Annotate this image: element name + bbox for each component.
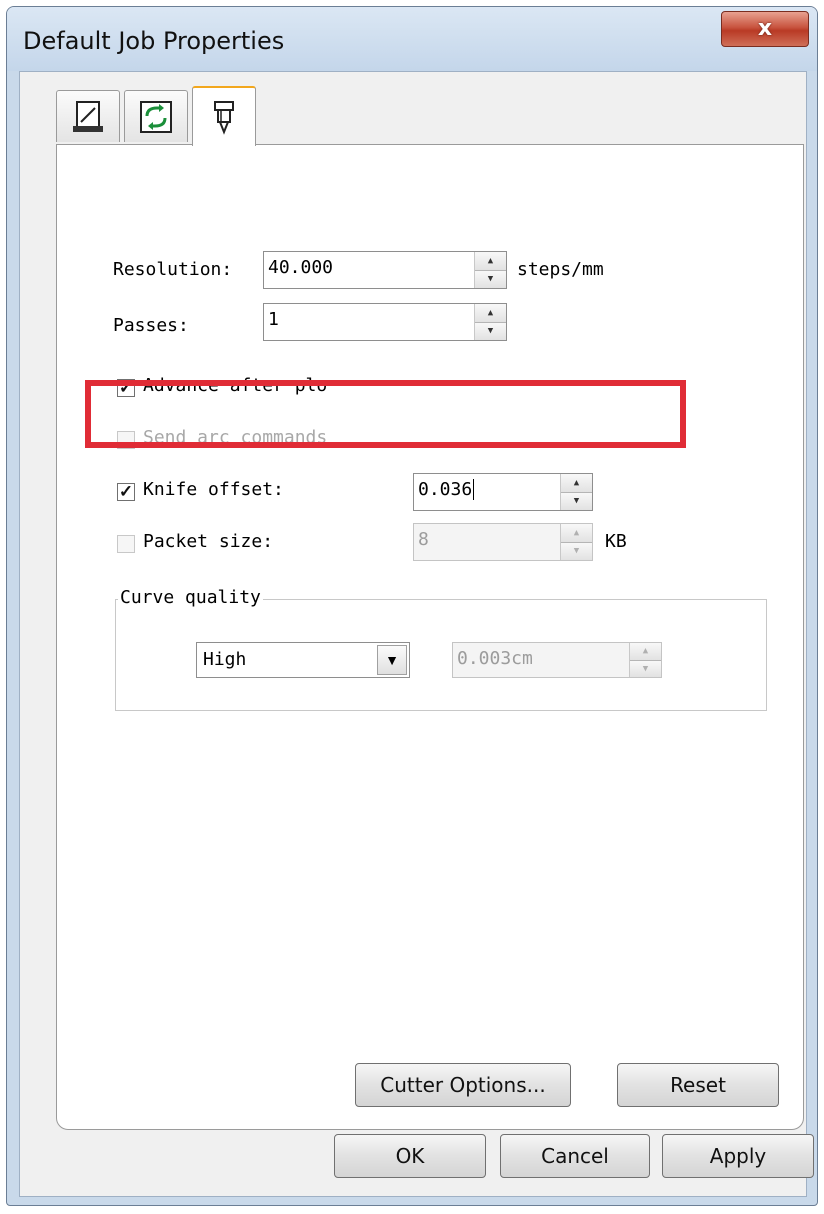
spin-up-icon[interactable]: ▲ <box>475 304 506 323</box>
curve-quality-title: Curve quality <box>118 587 263 608</box>
passes-label: Passes: <box>113 315 189 336</box>
passes-spinner[interactable]: ▲ ▼ <box>474 304 506 340</box>
packet-size-unit: KB <box>605 531 627 552</box>
ok-button[interactable]: OK <box>334 1134 486 1178</box>
resolution-spinner[interactable]: ▲ ▼ <box>474 252 506 288</box>
close-button[interactable]: x <box>721 11 809 47</box>
resolution-value: 40.000 <box>268 257 334 278</box>
spin-down-icon[interactable]: ▼ <box>630 660 661 677</box>
knife-offset-value: 0.036 <box>418 479 473 500</box>
packet-size-input[interactable]: 8 ▲ ▼ <box>413 523 593 561</box>
resolution-unit: steps/mm <box>517 259 604 280</box>
text-cursor <box>473 479 475 500</box>
passes-input[interactable]: 1 ▲ ▼ <box>263 303 507 341</box>
curve-quality-select[interactable]: High ▼ <box>196 642 410 678</box>
spin-up-icon[interactable]: ▲ <box>561 524 592 543</box>
spin-up-icon[interactable]: ▲ <box>561 474 592 493</box>
tab-knife-settings[interactable] <box>192 86 256 146</box>
curve-tolerance-value: 0.003cm <box>457 648 533 669</box>
knife-offset-label: Knife offset: <box>143 479 284 500</box>
curve-tolerance-input[interactable]: 0.003cm ▲ ▼ <box>452 642 662 678</box>
knife-tool-icon <box>214 101 234 135</box>
dialog-client-area: Resolution: 40.000 ▲ ▼ steps/mm Passes: … <box>19 71 814 1197</box>
packet-size-value: 8 <box>418 529 429 550</box>
spin-up-icon[interactable]: ▲ <box>475 252 506 271</box>
knife-offset-highlight <box>85 380 686 448</box>
dialog-window: Default Job Properties x Resolution: 40.… <box>6 6 818 1206</box>
rotate-icon <box>140 100 172 133</box>
curve-tolerance-spinner[interactable]: ▲ ▼ <box>629 643 661 677</box>
resolution-input[interactable]: 40.000 ▲ ▼ <box>263 251 507 289</box>
knife-offset-spinner[interactable]: ▲ ▼ <box>560 474 592 510</box>
knife-offset-input[interactable]: 0.036 ▲ ▼ <box>413 473 593 511</box>
curve-quality-selected: High <box>203 649 247 670</box>
packet-size-checkbox[interactable] <box>117 535 135 553</box>
spin-down-icon[interactable]: ▼ <box>475 322 506 340</box>
cutter-options-button[interactable]: Cutter Options... <box>355 1063 571 1107</box>
cancel-button[interactable]: Cancel <box>500 1134 650 1178</box>
tab-panel: Resolution: 40.000 ▲ ▼ steps/mm Passes: … <box>56 144 804 1130</box>
title-bar: Default Job Properties x <box>7 7 817 71</box>
curve-quality-group: Curve quality High ▼ 0.003cm ▲ ▼ <box>115 587 767 711</box>
tab-page-setup[interactable] <box>56 90 120 142</box>
resolution-label: Resolution: <box>113 259 233 280</box>
spin-down-icon[interactable]: ▼ <box>561 542 592 560</box>
tab-rotation[interactable] <box>124 90 188 142</box>
packet-size-spinner[interactable]: ▲ ▼ <box>560 524 592 560</box>
spin-down-icon[interactable]: ▼ <box>475 270 506 288</box>
dropdown-arrow-icon[interactable]: ▼ <box>377 645 407 675</box>
knife-offset-checkbox[interactable]: ✓ <box>117 483 135 501</box>
packet-size-label: Packet size: <box>143 531 274 552</box>
apply-button[interactable]: Apply <box>662 1134 814 1178</box>
page-setup-icon <box>73 100 103 132</box>
spin-up-icon[interactable]: ▲ <box>630 643 661 661</box>
passes-value: 1 <box>268 309 279 330</box>
window-title: Default Job Properties <box>23 27 285 55</box>
reset-button[interactable]: Reset <box>617 1063 779 1107</box>
spin-down-icon[interactable]: ▼ <box>561 492 592 510</box>
